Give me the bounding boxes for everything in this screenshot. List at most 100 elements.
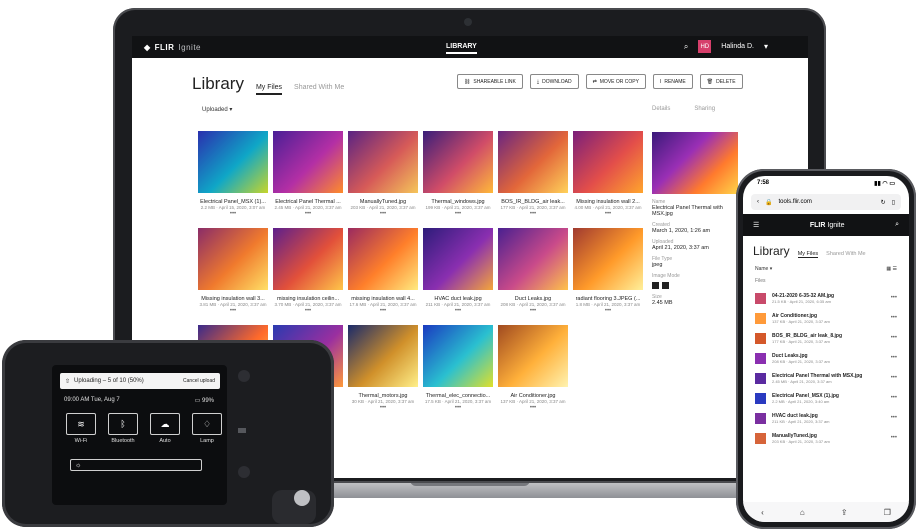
list-item[interactable]: 04-21-2020 6-35-32 AM.jpg 21.5 KB · April… [743,288,909,308]
file-thumbnail[interactable] [348,228,418,290]
file-thumbnail[interactable] [573,131,643,193]
phone-tab-my-files[interactable]: My Files [797,251,819,258]
search-icon[interactable]: ⌕ [684,42,688,52]
file-thumbnail[interactable] [273,131,343,193]
list-item[interactable]: ManuallyTuned.jpg 203 KB · April 21, 2020… [743,428,909,448]
sort-dropdown[interactable]: Uploaded ▾ [202,106,232,113]
file-tile[interactable]: Thermal_motors.jpg 30 KB · April 21, 2020… [348,325,418,412]
back-arrow-icon[interactable]: ‹ [761,508,764,517]
more-options-icon[interactable]: ••• [273,307,343,315]
file-thumbnail[interactable] [198,131,268,193]
file-tile[interactable]: Air Conditioner.jpg 137 KB · April 21, 20… [498,325,568,412]
list-item[interactable]: Electrical Panel Thermal with MSX.jpg 2.4… [743,368,909,388]
more-options-icon[interactable]: ••• [423,307,493,315]
more-options-icon[interactable]: ••• [498,404,568,412]
file-thumbnail[interactable] [423,228,493,290]
phone-tab-shared[interactable]: Shared With Me [826,251,865,257]
cancel-upload-button[interactable]: Cancel upload [183,378,215,384]
tab-details[interactable]: Details [652,106,670,112]
menu-icon[interactable]: ☰ [753,221,759,229]
more-options-icon[interactable]: ••• [498,210,568,218]
file-tile[interactable]: Thermal_windows.jpg 199 KB · April 21, 20… [423,131,493,218]
file-tile[interactable]: Duct Leaks.jpg 208 KB · April 21, 2020, 3… [498,228,568,315]
chevron-down-icon[interactable]: ▾ [764,42,768,51]
quick-setting-bluetooth[interactable]: ᛒ Bluetooth [108,413,138,444]
move-or-copy-button[interactable]: ⇄ MOVE OR COPY [585,74,646,89]
tab-sharing[interactable]: Sharing [694,106,715,112]
more-options-icon[interactable]: ••• [573,307,643,315]
file-tile[interactable]: Electrical Panel_MSX (1)... 2.2 MB · Apri… [198,131,268,218]
file-tile[interactable]: HVAC duct leak.jpg 211 KB · April 21, 202… [423,228,493,315]
rename-button[interactable]: I RENAME [652,74,693,89]
file-tile[interactable]: Missing insulation wall 2... 4.00 MB · Ap… [573,131,643,218]
quick-setting-wifi[interactable]: ≋ Wi-Fi [66,413,96,444]
browser-url-bar[interactable]: ‹ 🔒 tools.flir.com ↻ ▯ [751,194,901,210]
file-thumbnail[interactable] [423,131,493,193]
more-options-icon[interactable]: ••• [573,210,643,218]
reload-icon[interactable]: ↻ [881,199,886,206]
more-options-icon[interactable]: ••• [498,307,568,315]
camera-top-button[interactable] [238,370,250,382]
camera-bottom-button[interactable] [238,466,250,478]
download-button[interactable]: ⤓ DOWNLOAD [529,74,579,89]
more-options-icon[interactable]: ••• [891,315,897,321]
file-tile[interactable]: BOS_IR_BLDG_air leak... 177 KB · April 21… [498,131,568,218]
avatar[interactable]: HD [698,40,712,53]
list-item[interactable]: Air Conditioner.jpg 137 KB · April 21, 20… [743,308,909,328]
file-tile[interactable]: radiant flooring 3.JPEG (... 1.8 MB · Apr… [573,228,643,315]
list-item[interactable]: Electrical Panel_MSX (1).jpg 2.2 MB · Apr… [743,388,909,408]
file-thumbnail[interactable] [498,228,568,290]
file-thumbnail[interactable] [498,325,568,387]
shareable-link-button[interactable]: ⛓ SHAREABLE LINK [457,74,523,89]
tab-my-files[interactable]: My Files [255,84,283,95]
more-options-icon[interactable]: ••• [348,307,418,315]
more-options-icon[interactable]: ••• [891,435,897,441]
list-item[interactable]: Duct Leaks.jpg 208 KB · April 21, 2020, 3… [743,348,909,368]
more-options-icon[interactable]: ••• [423,404,493,412]
file-thumbnail[interactable] [573,228,643,290]
view-toggle-icon[interactable]: ▦ ☰ [886,266,897,272]
more-options-icon[interactable]: ••• [891,395,897,401]
user-name[interactable]: Halinda D. [721,43,754,50]
phone-search-icon[interactable]: ⌕ [895,221,899,229]
more-options-icon[interactable]: ••• [891,355,897,361]
url-text[interactable]: tools.flir.com [778,199,874,205]
brand-logo[interactable]: ◆ FLIR Ignite [144,43,201,52]
more-options-icon[interactable]: ••• [273,210,343,218]
nav-library[interactable]: LIBRARY [446,43,477,54]
list-item[interactable]: BOS_IR_BLDG_air leak_8.jpg 177 KB · April… [743,328,909,348]
file-tile[interactable]: Missing insulation wall 3... 3.81 MB · Ap… [198,228,268,315]
more-options-icon[interactable]: ••• [348,404,418,412]
more-options-icon[interactable]: ••• [198,210,268,218]
file-thumbnail[interactable] [348,131,418,193]
more-options-icon[interactable]: ••• [348,210,418,218]
file-tile[interactable]: missing insulation ceilin... 3.70 MB · Ap… [273,228,343,315]
tabs-icon[interactable]: ❐ [884,508,891,517]
file-tile[interactable]: Electrical Panel Thermal ... 2.45 MB · Ap… [273,131,343,218]
brightness-slider[interactable]: ☼ [70,459,202,471]
more-options-icon[interactable]: ••• [198,307,268,315]
back-icon[interactable]: ‹ [757,199,759,205]
share-icon[interactable]: ⇪ [841,508,848,517]
file-tile[interactable]: Thermal_elec_connectio... 17.5 KB · April… [423,325,493,412]
file-thumbnail[interactable] [423,325,493,387]
delete-button[interactable]: 🗑 DELETE [699,74,743,89]
home-icon[interactable]: ⌂ [800,508,805,517]
file-thumbnail[interactable] [198,228,268,290]
more-options-icon[interactable]: ••• [891,295,897,301]
file-tile[interactable]: ManuallyTuned.jpg 203 KB · April 21, 2020… [348,131,418,218]
tab-shared-with-me[interactable]: Shared With Me [294,84,344,91]
more-options-icon[interactable]: ••• [891,375,897,381]
more-options-icon[interactable]: ••• [423,210,493,218]
file-thumbnail[interactable] [348,325,418,387]
list-item[interactable]: HVAC duct leak.jpg 211 KB · April 21, 202… [743,408,909,428]
more-options-icon[interactable]: ••• [891,415,897,421]
more-options-icon[interactable]: ••• [891,335,897,341]
bookmark-icon[interactable]: ▯ [892,199,895,206]
quick-setting-lamp[interactable]: ♢ Lamp [192,413,222,444]
file-thumbnail[interactable] [498,131,568,193]
phone-sort-dropdown[interactable]: Name ▾ [755,266,772,272]
file-tile[interactable]: missing insulation wall 4... 17.6 MB · Ap… [348,228,418,315]
quick-setting-auto[interactable]: ☁ Auto [150,413,180,444]
file-thumbnail[interactable] [273,228,343,290]
